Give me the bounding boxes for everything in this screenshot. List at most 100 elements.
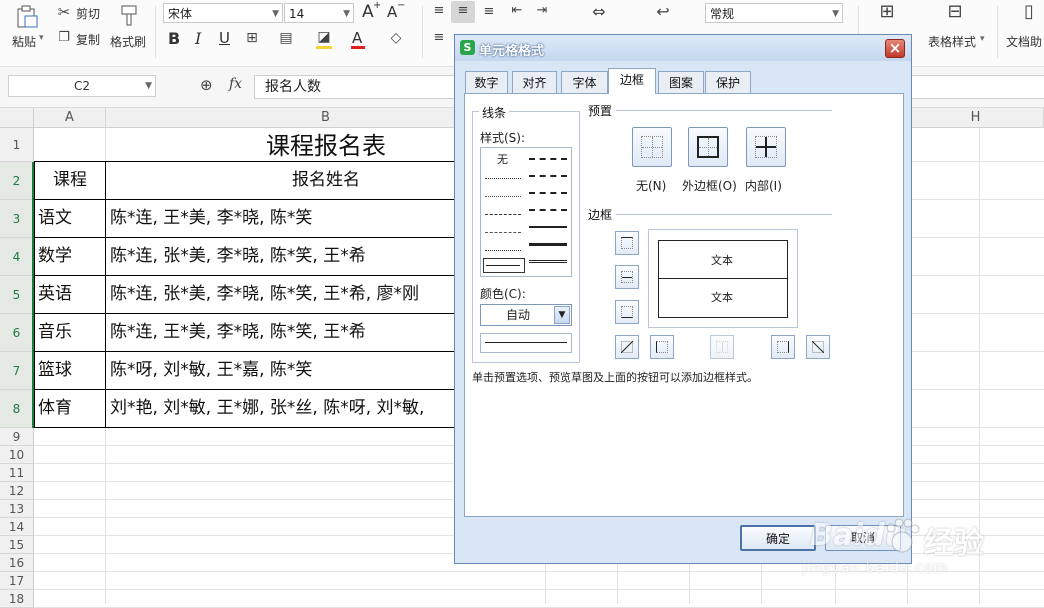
border-preview-area[interactable]: 文本 文本 — [648, 229, 798, 328]
grow-font-button[interactable]: A — [362, 2, 374, 22]
copy-button[interactable]: 复制 — [76, 31, 100, 48]
line-style-option[interactable] — [529, 158, 567, 160]
row-header[interactable]: 9 — [0, 428, 34, 446]
row-header[interactable]: 2 — [0, 162, 34, 200]
tab-pattern[interactable]: 图案 — [658, 71, 704, 94]
row-header[interactable]: 8 — [0, 390, 34, 428]
line-style-none[interactable]: 无 — [497, 151, 508, 167]
row-header[interactable]: 3 — [0, 200, 34, 238]
line-style-option[interactable] — [529, 175, 567, 177]
border-left-button[interactable] — [650, 335, 674, 359]
row-header[interactable]: 17 — [0, 572, 34, 590]
row-header[interactable]: 13 — [0, 500, 34, 518]
tab-alignment[interactable]: 对齐 — [512, 71, 557, 94]
row-header[interactable]: 16 — [0, 554, 34, 572]
zoom-search-icon[interactable]: ⊕ — [200, 76, 213, 94]
tab-border[interactable]: 边框 — [608, 68, 656, 94]
font-name-select[interactable]: 宋体 ▼ — [163, 3, 283, 23]
line-style-selected[interactable] — [483, 258, 525, 273]
color-select[interactable]: 自动 ▼ — [480, 304, 572, 326]
row-header[interactable]: 7 — [0, 352, 34, 390]
wrap-text-icon[interactable]: ↩ — [652, 4, 674, 20]
select-all-corner[interactable] — [0, 108, 34, 128]
number-format-select[interactable]: 常规 ▼ — [705, 3, 843, 23]
column-header-h[interactable]: H — [908, 108, 1044, 128]
border-diagonal-down-button[interactable] — [806, 335, 830, 359]
format-painter-icon[interactable] — [118, 4, 140, 28]
paste-dropdown-icon[interactable]: ▾ — [39, 33, 44, 43]
border-inner-vertical-button[interactable] — [710, 335, 734, 359]
border-inner-horizontal-button[interactable] — [615, 265, 639, 289]
table-style-icon[interactable]: ⊟ — [944, 3, 966, 21]
row-header[interactable]: 15 — [0, 536, 34, 554]
course-cell[interactable]: 篮球 — [34, 352, 106, 390]
font-size-value: 14 — [289, 7, 305, 21]
paste-icon[interactable] — [14, 4, 40, 30]
course-cell[interactable]: 体育 — [34, 390, 106, 428]
tab-font[interactable]: 字体 — [561, 71, 608, 94]
line-style-option[interactable] — [529, 192, 567, 194]
fx-icon[interactable]: fx — [229, 76, 242, 92]
line-style-option[interactable] — [529, 243, 567, 246]
indent-increase-icon[interactable]: ⇥ — [534, 3, 550, 19]
align-bottom-icon[interactable]: ≡ — [481, 4, 497, 20]
border-bottom-button[interactable] — [615, 300, 639, 324]
line-style-option[interactable] — [485, 196, 521, 197]
header-course[interactable]: 课程 — [34, 162, 106, 200]
tab-number[interactable]: 数字 — [465, 71, 508, 94]
document-assistant-icon[interactable]: ▯ — [1018, 3, 1040, 21]
italic-button[interactable]: I — [195, 29, 201, 48]
format-painter-button[interactable]: 格式刷 — [110, 33, 146, 50]
row-header[interactable]: 5 — [0, 276, 34, 314]
underline-button[interactable]: U — [219, 29, 230, 47]
tab-protection[interactable]: 保护 — [705, 71, 751, 94]
document-assistant-button[interactable]: 文档助 — [1006, 33, 1042, 50]
dialog-titlebar[interactable]: S 单元格格式 × — [455, 35, 911, 61]
fill-color-icon[interactable]: ◪ — [314, 29, 334, 45]
row-header[interactable]: 12 — [0, 482, 34, 500]
conditional-format-icon[interactable]: ⊞ — [876, 3, 898, 21]
line-style-option[interactable] — [485, 214, 521, 215]
bold-button[interactable]: B — [168, 29, 180, 48]
border-icon[interactable]: ⊞ — [242, 30, 262, 46]
line-style-option[interactable] — [485, 178, 521, 179]
column-header-a[interactable]: A — [34, 108, 106, 128]
row-header[interactable]: 18 — [0, 590, 34, 608]
row-header[interactable]: 1 — [0, 128, 34, 162]
line-style-option[interactable] — [529, 209, 567, 211]
name-box[interactable]: C2 ▼ — [8, 75, 156, 97]
preset-outline-button[interactable] — [688, 127, 728, 167]
course-cell[interactable]: 语文 — [34, 200, 106, 238]
preset-none-button[interactable] — [632, 127, 672, 167]
row-header[interactable]: 11 — [0, 464, 34, 482]
font-size-select[interactable]: 14 ▼ — [284, 3, 354, 23]
line-style-option[interactable] — [485, 250, 521, 251]
row-header[interactable]: 6 — [0, 314, 34, 352]
row-header[interactable]: 10 — [0, 446, 34, 464]
row-header[interactable]: 4 — [0, 238, 34, 276]
indent-decrease-icon[interactable]: ⇤ — [509, 3, 525, 19]
line-style-list[interactable]: 无 — [480, 147, 572, 277]
align-left-icon[interactable]: ≡ — [431, 30, 447, 46]
cut-button[interactable]: 剪切 — [76, 5, 100, 22]
paste-button[interactable]: 粘贴 — [12, 33, 36, 50]
line-style-option[interactable] — [529, 226, 567, 228]
preset-inside-button[interactable] — [746, 127, 786, 167]
line-style-option[interactable] — [485, 232, 521, 233]
table-style-button[interactable]: 表格样式 — [928, 33, 976, 50]
row-header[interactable]: 14 — [0, 518, 34, 536]
course-cell[interactable]: 音乐 — [34, 314, 106, 352]
eraser-icon[interactable]: ◇ — [386, 30, 406, 46]
merge-cells-icon[interactable]: ⇔ — [588, 4, 610, 20]
close-button[interactable]: × — [885, 39, 905, 58]
fill-pattern-icon[interactable]: ▤ — [276, 30, 296, 46]
border-top-button[interactable] — [615, 231, 639, 255]
border-right-button[interactable] — [771, 335, 795, 359]
course-cell[interactable]: 数学 — [34, 238, 106, 276]
shrink-font-button[interactable]: A — [387, 3, 397, 21]
border-diagonal-up-button[interactable] — [615, 335, 639, 359]
line-style-option[interactable] — [529, 260, 567, 263]
font-color-icon[interactable]: A — [352, 29, 362, 47]
align-top-icon[interactable]: ≡ — [431, 3, 447, 19]
course-cell[interactable]: 英语 — [34, 276, 106, 314]
